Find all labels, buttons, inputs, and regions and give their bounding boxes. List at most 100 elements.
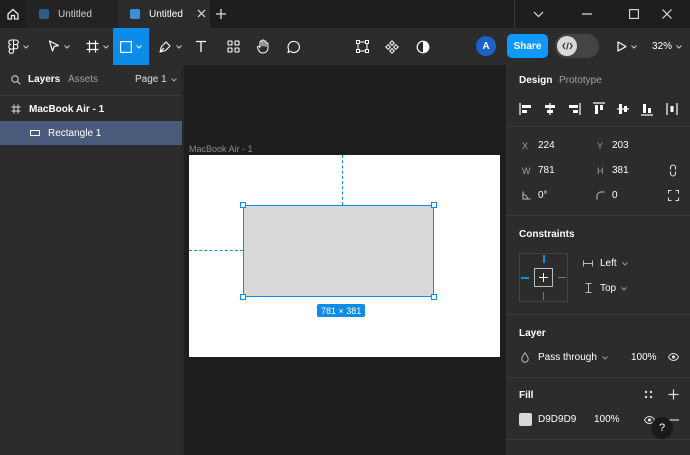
help-button[interactable]: ? [651,417,673,439]
plus-icon [539,273,548,282]
page-label: Page 1 [135,74,167,85]
pen-tool[interactable] [155,28,185,65]
layer-item-rectangle[interactable]: Rectangle 1 [0,121,182,145]
edit-object-icon [355,40,369,53]
eye-icon[interactable] [668,353,679,361]
size-badge: 781 × 381 [317,304,366,317]
fill-title: Fill [519,390,534,401]
tab-design[interactable]: Design [519,75,552,86]
height-input[interactable]: 381 [612,165,629,176]
independent-corners-icon[interactable] [668,190,679,201]
design-panel: Design Prototype X 224 Y 203 W 781 H 381… [505,65,690,455]
comment-tool[interactable] [284,28,304,65]
tab-layers[interactable]: Layers [28,74,60,85]
divider [506,314,690,315]
home-button[interactable] [0,0,26,28]
constraints-title: Constraints [519,229,575,240]
new-tab-icon[interactable] [213,6,229,22]
divider [506,439,690,440]
constraint-bottom-indicator[interactable] [543,292,544,300]
tab-prototype[interactable]: Prototype [559,75,602,86]
zoom-dropdown[interactable]: 32% [652,28,682,65]
styles-grid-icon[interactable] [644,390,653,399]
figma-logo-icon [7,39,19,54]
align-top-icon[interactable] [591,101,607,117]
edit-object-button[interactable] [352,28,372,65]
vertical-constraint-dropdown[interactable]: Top [600,283,627,294]
tab-untitled-1[interactable]: Untitled [27,0,118,28]
title-bar: Untitled Untitled [0,0,690,28]
rotation-input[interactable]: 0° [538,190,548,201]
zoom-level: 32% [652,41,673,52]
tab-assets[interactable]: Assets [68,74,98,85]
blend-mode-icon [521,352,529,363]
text-tool[interactable] [191,28,211,65]
divider [506,377,690,378]
chevron-down-icon [676,44,682,49]
frame-label[interactable]: MacBook Air - 1 [189,144,253,154]
radius-input[interactable]: 0 [612,190,618,201]
menu-chevron-button[interactable] [515,0,561,28]
present-button[interactable] [614,28,640,65]
search-icon[interactable] [11,75,21,85]
constraints-widget[interactable] [519,253,568,302]
horizontal-constraint-value: Left [600,258,617,269]
y-input[interactable]: 203 [612,140,629,151]
chevron-down-icon [170,77,177,82]
fill-color-swatch[interactable] [519,413,532,426]
share-button[interactable]: Share [507,34,548,58]
rectangle-tool[interactable] [113,28,149,65]
rectangle-shape[interactable] [243,205,434,297]
distribute-icon[interactable] [664,101,680,117]
canvas[interactable]: MacBook Air - 1 781 × 381 [184,65,505,455]
tab-untitled-2[interactable]: Untitled [118,0,210,28]
horizontal-constraint-dropdown[interactable]: Left [600,258,628,269]
align-right-icon[interactable] [566,101,582,117]
resize-handle-bottom-left[interactable] [240,294,246,300]
resources-icon [226,40,240,53]
fill-opacity-input[interactable]: 100% [594,414,620,425]
play-icon [617,41,627,52]
avatar[interactable]: A [476,36,496,56]
align-horizontal-center-icon[interactable] [542,101,558,117]
constraint-right-indicator[interactable] [558,277,566,278]
resize-handle-bottom-right[interactable] [431,294,437,300]
add-fill-icon[interactable] [668,389,679,400]
page-selector[interactable]: Page 1 [135,74,177,85]
layers-panel: Layers Assets Page 1 MacBook Air - 1 Rec… [0,65,183,455]
frame-tool[interactable] [82,28,112,65]
width-input[interactable]: 781 [538,165,555,176]
align-left-icon[interactable] [518,101,534,117]
x-input[interactable]: 224 [538,140,555,151]
align-bottom-icon[interactable] [639,101,655,117]
dev-mode-toggle[interactable] [555,34,599,58]
resize-handle-top-right[interactable] [431,202,437,208]
close-tab-icon[interactable] [196,8,207,19]
layer-item-frame[interactable]: MacBook Air - 1 [0,97,182,121]
main-menu-button[interactable] [4,28,32,65]
minimize-button[interactable] [564,0,610,28]
fill-hex-input[interactable]: D9D9D9 [538,414,576,425]
pen-icon [158,41,171,53]
align-vertical-center-icon[interactable] [615,101,631,117]
hand-tool[interactable] [253,28,273,65]
resize-handle-top-left[interactable] [240,202,246,208]
mask-button[interactable] [413,28,433,65]
layer-opacity-input[interactable]: 100% [631,352,657,363]
frame-macbook-air[interactable]: 781 × 381 [189,155,500,357]
resources-tool[interactable] [223,28,243,65]
vertical-constraint-icon [585,283,592,293]
blend-mode-dropdown[interactable]: Pass through [538,352,608,363]
close-window-button[interactable] [644,0,690,28]
measurement-guide-horizontal [189,250,243,251]
text-icon [196,40,206,52]
chevron-down-icon [175,44,182,49]
tab-label: Untitled [58,8,92,20]
constraint-top-indicator[interactable] [543,255,545,263]
y-label: Y [597,141,604,151]
constraint-left-indicator[interactable] [521,277,529,279]
constrain-proportions-icon[interactable] [668,164,678,177]
move-tool[interactable] [44,28,74,65]
create-component-button[interactable] [382,28,402,65]
contrast-icon [416,40,430,53]
